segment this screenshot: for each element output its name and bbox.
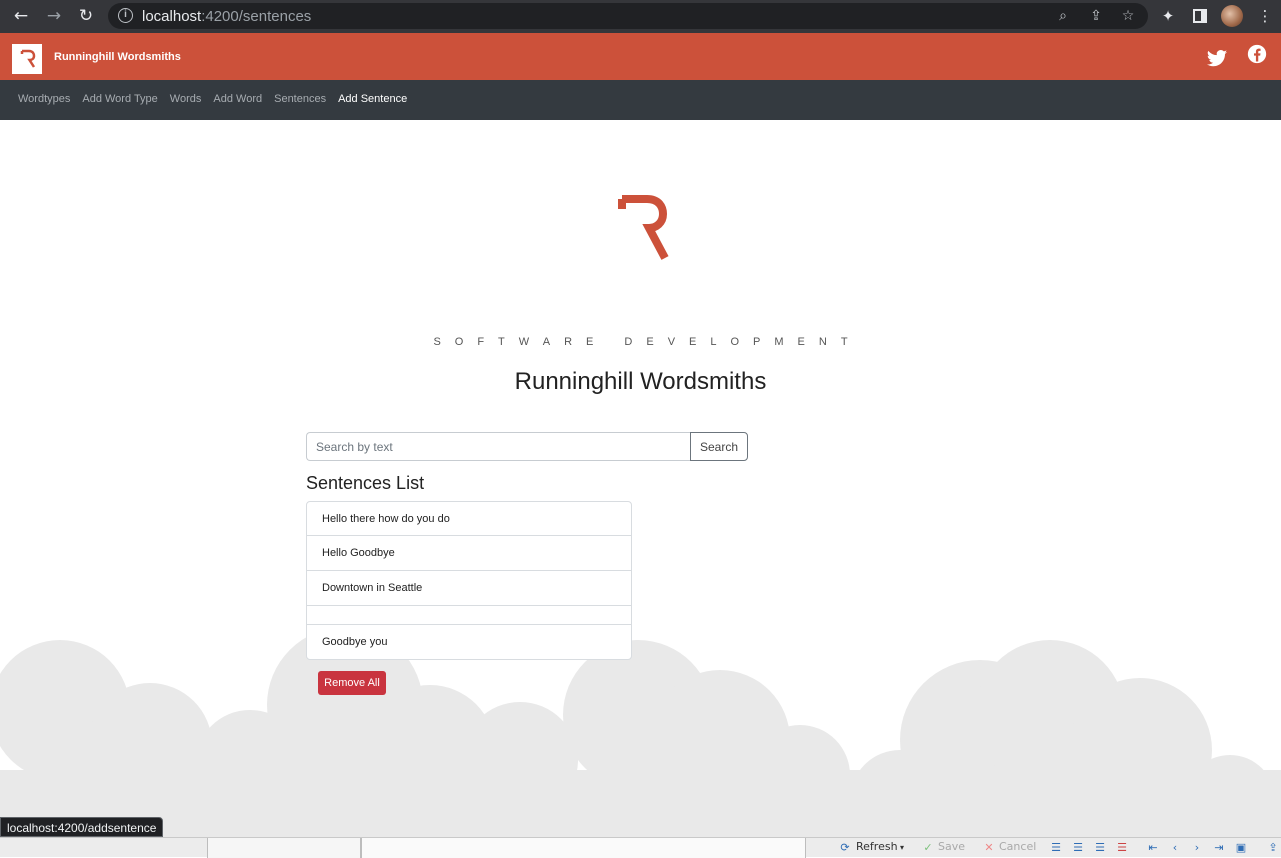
list-item[interactable] bbox=[307, 606, 631, 625]
search-bar: Search bbox=[306, 432, 748, 461]
tagline: SOFTWARE DEVELOPMENT bbox=[433, 336, 862, 348]
ide-toolbar-strip: ⟳ Refresh ▾ ✓ Save ✕ Cancel ☰ ☰ ☰ ☰ ⇤ ‹ … bbox=[0, 837, 1281, 858]
cancel-x-icon[interactable]: ✕ bbox=[982, 841, 996, 854]
list-item[interactable]: Downtown in Seattle bbox=[307, 571, 631, 606]
refresh-icon[interactable]: ⟳ bbox=[838, 841, 852, 854]
delete-row-icon[interactable]: ☰ bbox=[1115, 841, 1129, 854]
zoom-icon[interactable]: ⌕ bbox=[1054, 7, 1072, 25]
url-host: localhost bbox=[142, 8, 202, 25]
refresh-dropdown-icon[interactable]: ▾ bbox=[900, 843, 904, 852]
twitter-icon[interactable] bbox=[1206, 47, 1228, 69]
refresh-button[interactable]: Refresh bbox=[856, 840, 898, 853]
next-page-icon[interactable]: › bbox=[1190, 841, 1204, 854]
address-bar[interactable]: i localhost:4200/sentences ⌕ ⇪ ☆ bbox=[108, 3, 1148, 29]
share-icon[interactable]: ⇪ bbox=[1087, 7, 1105, 25]
more-menu-icon[interactable]: ⋮ bbox=[1254, 5, 1276, 27]
back-arrow-icon[interactable]: ← bbox=[8, 4, 34, 28]
nav-add-word-type[interactable]: Add Word Type bbox=[82, 93, 157, 105]
sentences-list: Hello there how do you do Hello Goodbye … bbox=[306, 501, 632, 660]
url-text[interactable]: localhost:4200/sentences bbox=[142, 8, 311, 25]
cancel-button[interactable]: Cancel bbox=[999, 840, 1036, 853]
nav-sentences[interactable]: Sentences bbox=[274, 93, 326, 105]
save-button[interactable]: Save bbox=[938, 840, 965, 853]
export-icon[interactable]: ⇪ bbox=[1266, 841, 1280, 854]
page-title: Runninghill Wordsmiths bbox=[514, 368, 767, 395]
format-lines-icon[interactable]: ☰ bbox=[1049, 841, 1063, 854]
status-bubble-url: localhost:4200/addsentence bbox=[0, 817, 164, 837]
list-item[interactable]: Hello Goodbye bbox=[307, 536, 631, 571]
main-nav: Wordtypes Add Word Type Words Add Word S… bbox=[0, 80, 1281, 120]
brand-logo[interactable] bbox=[12, 44, 42, 74]
add-row-icon[interactable]: ☰ bbox=[1071, 841, 1085, 854]
search-button[interactable]: Search bbox=[690, 432, 748, 461]
forward-arrow-icon[interactable]: → bbox=[41, 4, 67, 28]
last-page-icon[interactable]: ⇥ bbox=[1212, 841, 1226, 854]
nav-wordtypes[interactable]: Wordtypes bbox=[18, 93, 70, 105]
nav-links: Wordtypes Add Word Type Words Add Word S… bbox=[18, 93, 407, 105]
reload-icon[interactable]: ↻ bbox=[73, 4, 99, 28]
hero-logo-icon bbox=[617, 194, 671, 262]
duplicate-row-icon[interactable]: ☰ bbox=[1093, 841, 1107, 854]
browser-toolbar: ← → ↻ i localhost:4200/sentences ⌕ ⇪ ☆ ✦… bbox=[0, 0, 1281, 33]
list-item[interactable]: Goodbye you bbox=[307, 625, 631, 659]
prev-page-icon[interactable]: ‹ bbox=[1168, 841, 1182, 854]
sentences-list-heading: Sentences List bbox=[306, 473, 425, 493]
ide-panel bbox=[361, 838, 806, 858]
site-info-icon[interactable]: i bbox=[118, 8, 133, 23]
search-input[interactable] bbox=[306, 432, 690, 461]
extensions-puzzle-icon[interactable]: ✦ bbox=[1157, 5, 1179, 27]
side-panel-icon[interactable] bbox=[1189, 5, 1211, 27]
remove-all-button[interactable]: Remove All bbox=[318, 671, 386, 695]
ide-panel bbox=[207, 838, 361, 858]
facebook-icon[interactable] bbox=[1247, 44, 1269, 66]
list-item[interactable]: Hello there how do you do bbox=[307, 502, 631, 536]
grid-view-icon[interactable]: ▣ bbox=[1234, 841, 1248, 854]
save-check-icon[interactable]: ✓ bbox=[921, 841, 935, 854]
nav-words[interactable]: Words bbox=[170, 93, 202, 105]
brand-logo-icon bbox=[20, 49, 36, 68]
clouds-background bbox=[0, 627, 1281, 840]
bookmark-star-icon[interactable]: ☆ bbox=[1119, 7, 1137, 25]
nav-add-word[interactable]: Add Word bbox=[213, 93, 262, 105]
app-header: Runninghill Wordsmiths bbox=[0, 33, 1281, 80]
url-path: :4200/sentences bbox=[201, 8, 312, 25]
profile-avatar[interactable] bbox=[1221, 5, 1243, 27]
first-page-icon[interactable]: ⇤ bbox=[1146, 841, 1160, 854]
nav-add-sentence[interactable]: Add Sentence bbox=[338, 93, 407, 105]
brand-name[interactable]: Runninghill Wordsmiths bbox=[54, 51, 181, 63]
